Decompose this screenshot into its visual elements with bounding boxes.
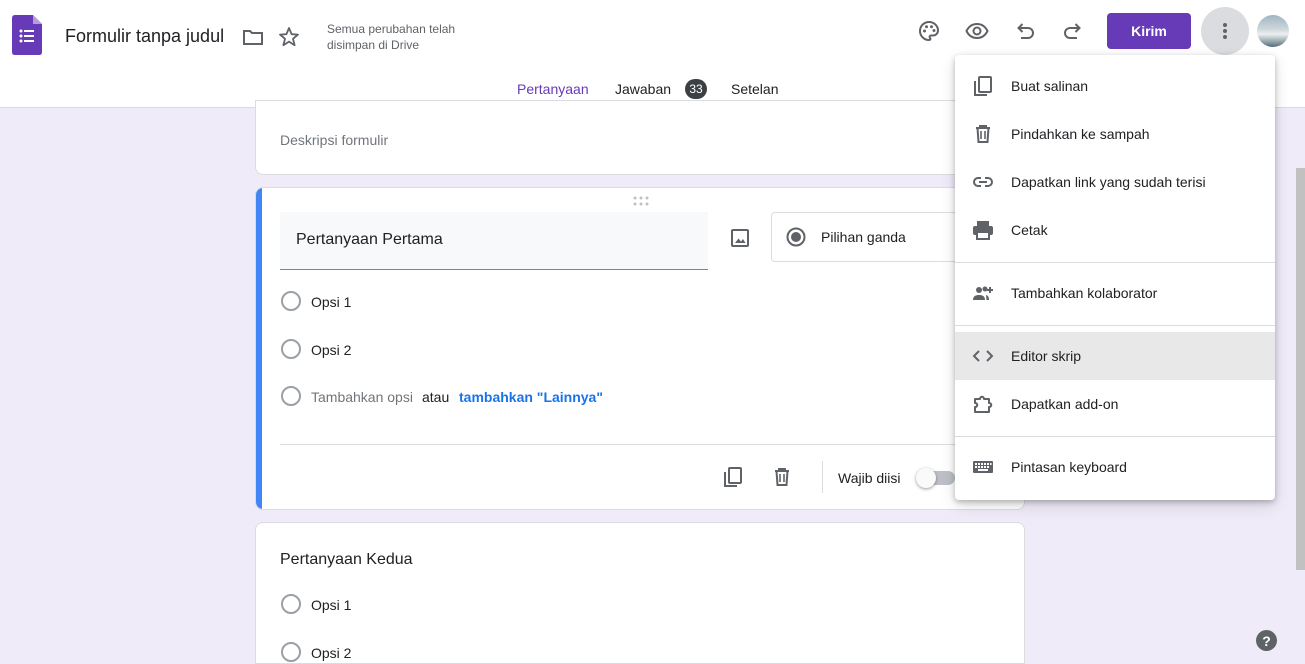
avatar[interactable]: [1257, 15, 1289, 47]
question-2-title[interactable]: Pertanyaan Kedua: [280, 551, 413, 569]
q2-option-2-text[interactable]: Opsi 2: [311, 645, 351, 661]
menu-item-label: Dapatkan add-on: [1011, 396, 1119, 412]
tab-questions[interactable]: Pertanyaan: [517, 81, 589, 97]
active-card-indicator: [256, 188, 262, 509]
duplicate-icon[interactable]: [721, 465, 745, 489]
more-options-button[interactable]: [1201, 7, 1249, 55]
question-title-field[interactable]: Pertanyaan Pertama: [280, 212, 708, 270]
question-title-text: Pertanyaan Pertama: [296, 231, 443, 248]
menu-item-get-addons[interactable]: Dapatkan add-on: [955, 380, 1275, 428]
menu-separator: [955, 262, 1275, 263]
add-image-icon[interactable]: [728, 226, 752, 250]
redo-icon[interactable]: [1061, 19, 1085, 43]
link-icon: [971, 170, 995, 194]
responses-count-badge: 33: [685, 79, 707, 99]
menu-item-keyboard-shortcuts[interactable]: Pintasan keyboard: [955, 443, 1275, 491]
menu-item-label: Editor skrip: [1011, 348, 1082, 364]
forms-logo-icon[interactable]: [12, 15, 42, 55]
menu-item-make-copy[interactable]: Buat salinan: [955, 62, 1275, 110]
tab-settings[interactable]: Setelan: [731, 81, 778, 97]
option-2-text[interactable]: Opsi 2: [311, 342, 351, 358]
option-radio: [281, 642, 301, 662]
q2-option-1-text[interactable]: Opsi 1: [311, 597, 351, 613]
option-radio: [281, 291, 301, 311]
keyboard-icon: [971, 455, 995, 479]
required-label: Wajib diisi: [838, 470, 901, 486]
save-status: Semua perubahan telah disimpan di Drive: [327, 22, 456, 52]
print-icon: [971, 218, 995, 242]
menu-separator: [955, 325, 1275, 326]
question-type-label: Pilihan ganda: [821, 229, 906, 245]
option-radio: [281, 339, 301, 359]
menu-item-print[interactable]: Cetak: [955, 206, 1275, 254]
question-card-1[interactable]: Pertanyaan Pertama Pilihan ganda Opsi 1 …: [255, 187, 1025, 510]
palette-icon[interactable]: [917, 19, 941, 43]
form-description-input[interactable]: Deskripsi formulir: [280, 132, 388, 148]
trash-icon: [971, 122, 995, 146]
drag-handle-icon[interactable]: [633, 196, 649, 206]
option-radio: [281, 594, 301, 614]
question-card-2[interactable]: Pertanyaan Kedua Opsi 1 Opsi 2: [255, 522, 1025, 664]
option-radio: [281, 386, 301, 406]
page-scrollbar[interactable]: [1296, 168, 1305, 570]
required-toggle-knob[interactable]: [916, 468, 936, 488]
radio-button-checked-icon: [786, 227, 806, 247]
card-footer-divider: [280, 444, 1020, 445]
add-people-icon: [971, 281, 995, 305]
menu-item-script-editor[interactable]: Editor skrip: [955, 332, 1275, 380]
menu-item-label: Pintasan keyboard: [1011, 459, 1127, 475]
preview-eye-icon[interactable]: [965, 19, 989, 43]
menu-item-label: Buat salinan: [1011, 78, 1089, 94]
more-options-menu: Buat salinan Pindahkan ke sampah Dapatka…: [955, 55, 1275, 500]
menu-item-move-to-trash[interactable]: Pindahkan ke sampah: [955, 110, 1275, 158]
copy-icon: [971, 74, 995, 98]
puzzle-icon: [971, 392, 995, 416]
help-icon[interactable]: ?: [1256, 630, 1277, 651]
folder-icon[interactable]: [241, 25, 265, 49]
menu-item-add-collaborators[interactable]: Tambahkan kolaborator: [955, 269, 1275, 317]
send-button[interactable]: Kirim: [1107, 13, 1191, 49]
add-option-button[interactable]: Tambahkan opsi: [311, 389, 413, 405]
menu-item-label: Pindahkan ke sampah: [1011, 126, 1150, 142]
menu-item-label: Tambahkan kolaborator: [1011, 285, 1158, 301]
menu-separator: [955, 436, 1275, 437]
menu-item-label: Cetak: [1011, 222, 1048, 238]
undo-icon[interactable]: [1013, 19, 1037, 43]
more-vert-icon: [1213, 19, 1237, 43]
tab-responses[interactable]: Jawaban: [615, 81, 671, 97]
menu-item-label: Dapatkan link yang sudah terisi: [1011, 174, 1206, 190]
form-title[interactable]: Formulir tanpa judul: [65, 26, 224, 47]
code-icon: [971, 344, 995, 368]
menu-item-prefilled-link[interactable]: Dapatkan link yang sudah terisi: [955, 158, 1275, 206]
add-other-option-link[interactable]: tambahkan "Lainnya": [459, 389, 603, 405]
or-text: atau: [422, 389, 450, 405]
form-description-card: Deskripsi formulir: [255, 100, 1025, 175]
footer-vertical-divider: [822, 461, 823, 493]
option-1-text[interactable]: Opsi 1: [311, 294, 351, 310]
star-icon[interactable]: [277, 25, 301, 49]
delete-icon[interactable]: [770, 465, 794, 489]
